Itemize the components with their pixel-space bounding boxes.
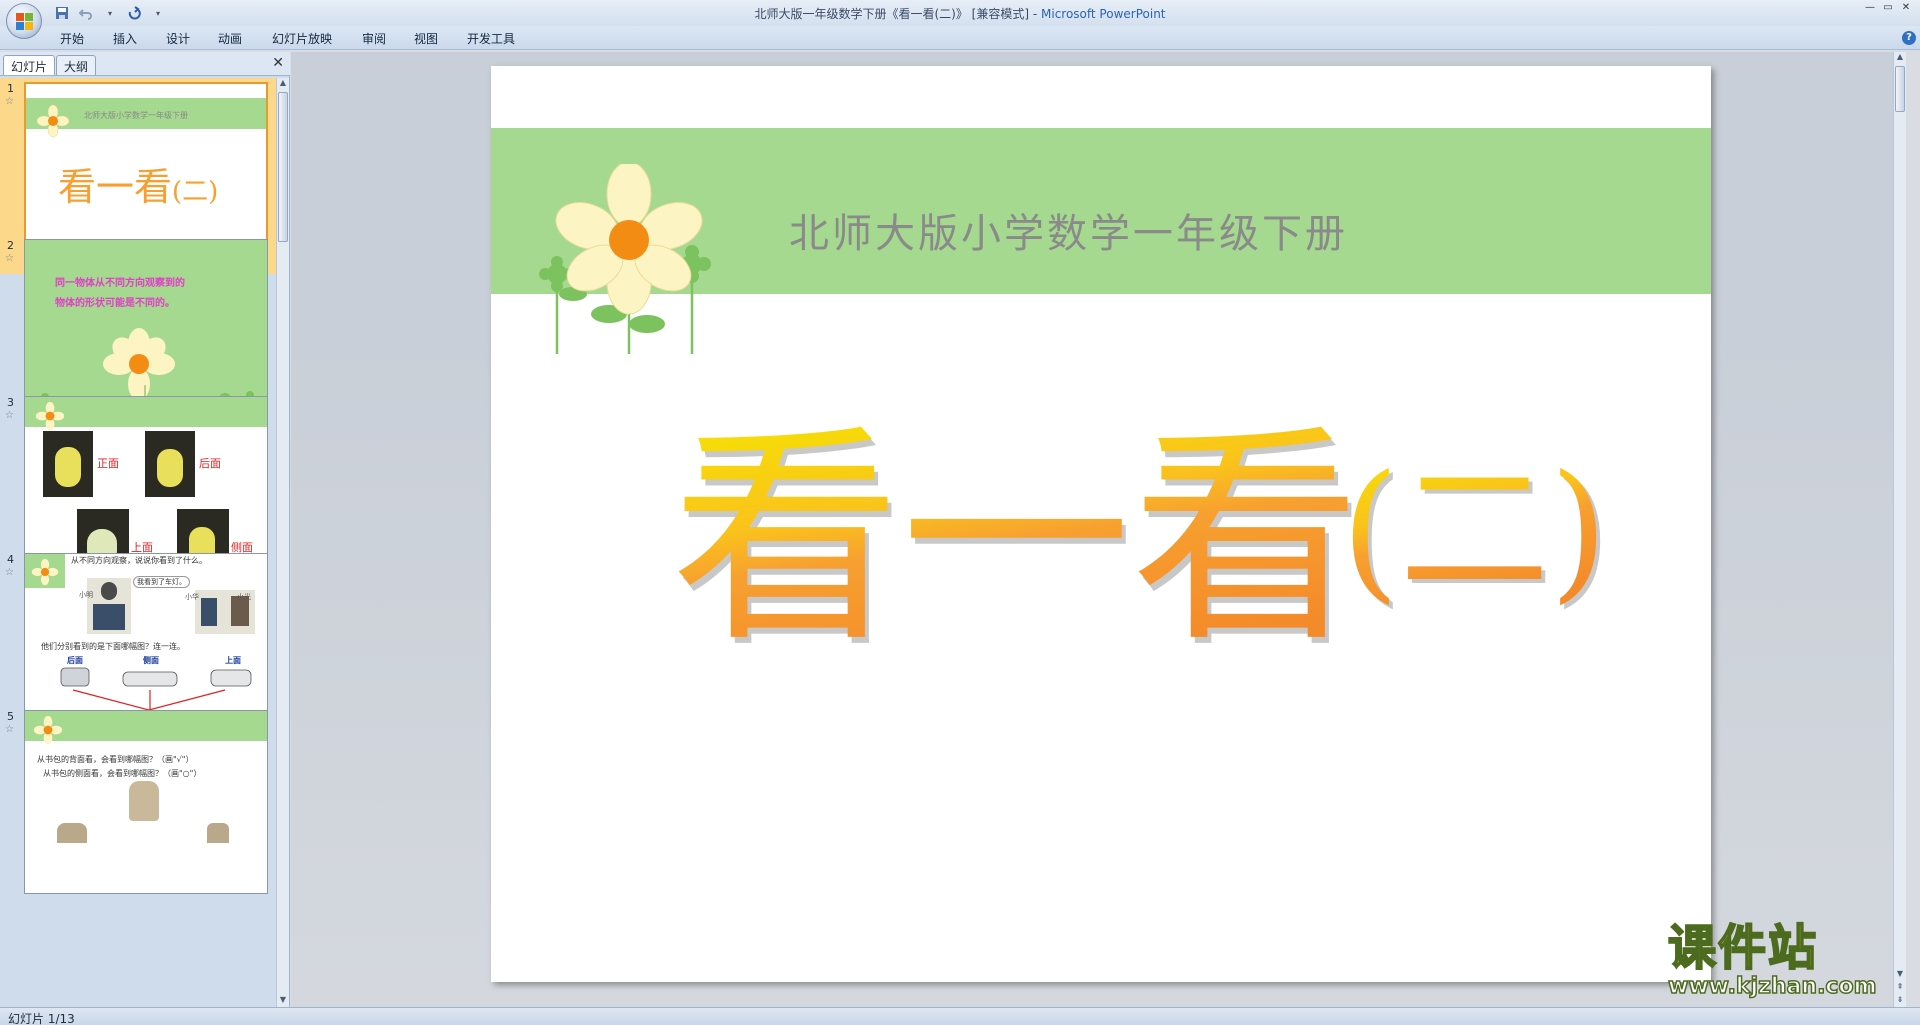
- thumb-text: 物体的形状可能是不同的。: [55, 298, 175, 309]
- scroll-up-icon[interactable]: ▲: [1894, 52, 1906, 64]
- thumbnail-number: 2: [7, 239, 14, 252]
- title-bar: ▾ ▾ 北师大版一年级数学下册《看一看(二)》 [兼容模式] - Microso…: [0, 0, 1920, 26]
- flower-icon: [36, 104, 70, 138]
- thumb-question: 从书包的侧面看，会看到哪幅图？（画"○"）: [43, 769, 202, 778]
- site-watermark-logo: 课件站 www.kjzhan.com: [1667, 920, 1904, 1004]
- close-pane-icon[interactable]: ✕: [272, 55, 284, 71]
- thumb-question: 他们分别看到的是下面哪幅图？连一连。: [41, 642, 185, 651]
- animation-star-icon: ☆: [5, 567, 14, 578]
- slide-editing-area: 北师大版小学数学一年级下册 看一看 看一看 (二) (二) ▲ ▼ ⇞ ⇟: [291, 52, 1906, 1007]
- thumb-name: 小华: [185, 593, 199, 601]
- maximize-icon[interactable]: ▭: [1880, 2, 1896, 16]
- thumbnail-number: 4: [7, 553, 14, 566]
- animation-star-icon: ☆: [5, 724, 14, 735]
- flower-decoration-icon: [539, 164, 711, 354]
- thumb-photo: [87, 578, 131, 634]
- thumb-text: 同一物体从不同方向观察到的: [55, 278, 185, 289]
- toy-photo-front: [43, 431, 93, 497]
- tab-design[interactable]: 设计: [166, 30, 190, 47]
- slide-counter: 幻灯片 1/13: [8, 1012, 75, 1025]
- animation-star-icon: ☆: [5, 253, 14, 264]
- animation-star-icon: ☆: [5, 410, 14, 421]
- tab-view[interactable]: 视图: [414, 30, 438, 47]
- close-icon[interactable]: ✕: [1898, 2, 1914, 16]
- thumb-name: 小光: [237, 593, 251, 601]
- help-icon[interactable]: ?: [1902, 31, 1916, 45]
- thumb-label: 正面: [97, 457, 119, 470]
- status-bar: 幻灯片 1/13: [0, 1007, 1920, 1025]
- thumb-bubble: 我看到了车灯。: [133, 576, 190, 588]
- window-title: 北师大版一年级数学下册《看一看(二)》 [兼容模式] - Microsoft P…: [754, 7, 1166, 21]
- tab-outline[interactable]: 大纲: [56, 55, 97, 75]
- watermark-text: 课件站: [1667, 920, 1819, 976]
- minimize-icon[interactable]: —: [1862, 2, 1878, 16]
- thumb-label: 后面: [199, 457, 221, 470]
- title-main-text: 看一看: [671, 406, 1361, 656]
- scroll-thumb[interactable]: [1895, 66, 1905, 112]
- watermark-url: www.kjzhan.com: [1667, 973, 1877, 1000]
- animation-star-icon: ☆: [5, 96, 14, 107]
- backpack-image: [57, 823, 87, 843]
- thumb-question: 从书包的背面看，会看到哪幅图？（画"√"）: [37, 755, 194, 764]
- tab-slideshow[interactable]: 幻灯片放映: [272, 30, 332, 47]
- thumbnail-list: 1 ☆ 北师大版小学数学一年级下册 看一看(二) 2 ☆ 同一物体从不同方向观察…: [0, 78, 276, 1007]
- flower-icon: [33, 715, 63, 745]
- slide-title[interactable]: 看一看 看一看 (二) (二): [671, 396, 1631, 656]
- slide-scrollbar[interactable]: ▲ ▼ ⇞ ⇟: [1893, 52, 1906, 1007]
- thumbnail-number: 5: [7, 710, 14, 723]
- thumbnail-number: 1: [7, 82, 14, 95]
- tab-slides[interactable]: 幻灯片: [3, 55, 56, 75]
- scroll-up-icon[interactable]: ▲: [277, 78, 289, 90]
- backpack-image: [129, 781, 159, 821]
- thumbnail-scrollbar[interactable]: ▲ ▼: [276, 78, 289, 1007]
- scroll-down-icon[interactable]: ▼: [277, 995, 289, 1007]
- pane-tabs: 幻灯片 大纲 ✕: [0, 52, 290, 76]
- thumb-title: 看一看(二): [58, 165, 219, 209]
- flower-icon: [35, 401, 65, 431]
- thumb-name: 小明: [79, 591, 93, 599]
- current-slide[interactable]: 北师大版小学数学一年级下册 看一看 看一看 (二) (二): [491, 66, 1711, 982]
- slides-pane: 幻灯片 大纲 ✕ 1 ☆ 北师大版小学数学一年级下册 看一看(二) 2 ☆ 同一…: [0, 52, 290, 1007]
- slide-subtitle[interactable]: 北师大版小学数学一年级下册: [789, 201, 1348, 259]
- thumbnail-item-5[interactable]: 5 ☆ 从书包的背面看，会看到哪幅图？（画"√"） 从书包的侧面看，会看到哪幅图…: [0, 706, 276, 902]
- office-button[interactable]: [6, 3, 42, 39]
- toy-photo-back: [145, 431, 195, 497]
- tab-review[interactable]: 审阅: [362, 30, 386, 47]
- title-paren-text: (二): [1341, 444, 1608, 618]
- scroll-thumb[interactable]: [278, 92, 288, 242]
- backpack-image: [207, 823, 229, 843]
- tab-animations[interactable]: 动画: [218, 30, 242, 47]
- ribbon-tabs: 开始 插入 设计 动画 幻灯片放映 审阅 视图 开发工具: [0, 26, 1920, 50]
- office-logo-icon: [16, 13, 33, 30]
- thumb-banner-text: 北师大版小学数学一年级下册: [84, 111, 188, 120]
- thumb-question: 从不同方向观察，说说你看到了什么。: [71, 556, 207, 565]
- tab-developer[interactable]: 开发工具: [467, 30, 515, 47]
- tab-home[interactable]: 开始: [60, 30, 84, 47]
- thumbnail-slide-5: 从书包的背面看，会看到哪幅图？（画"√"） 从书包的侧面看，会看到哪幅图？（画"…: [24, 710, 268, 894]
- flower-icon: [31, 558, 59, 586]
- thumbnail-number: 3: [7, 396, 14, 409]
- tab-insert[interactable]: 插入: [113, 30, 137, 47]
